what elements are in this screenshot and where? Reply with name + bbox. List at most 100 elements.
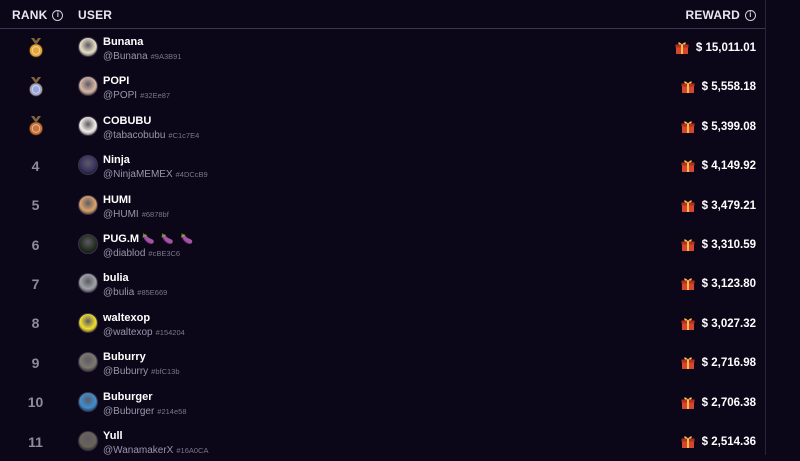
reward-value: $ 2,514.36 <box>701 436 756 448</box>
user-handle-text: @diablod <box>103 248 146 259</box>
user-handle: @WanamakerX #16A0CA <box>103 445 208 456</box>
user-handle-text: @bulia <box>103 287 135 299</box>
user-handle: @tabacobubu #C1c7E4 <box>103 130 199 141</box>
user-name[interactable]: Buburry <box>103 351 146 363</box>
avatar[interactable] <box>78 352 98 373</box>
user-id: #4DCcB9 <box>175 170 208 180</box>
avatar[interactable] <box>78 76 98 97</box>
reward-amount: $ 5,558.18 <box>681 80 756 94</box>
user-handle: @HUMI #6878bf <box>103 209 169 220</box>
user-name-text: Bunana <box>103 36 144 48</box>
user-handle: @bulia #85E669 <box>103 287 167 298</box>
user-name-text: Buburry <box>103 351 146 364</box>
user-name[interactable]: COBUBU <box>103 115 151 127</box>
user-name-text: COBUBU <box>103 114 152 127</box>
rank-column-header[interactable]: RANK i <box>12 8 64 22</box>
reward-column-header[interactable]: REWARD i <box>685 8 756 22</box>
user-handle: @diablod #cBE3C6 <box>103 248 180 259</box>
leaderboard-row[interactable]: 9 Buburry @Buburry #bfC13b $ 2,716.98 <box>0 343 765 382</box>
user-id: #85E669 <box>137 288 168 298</box>
user-id: #bfC13b <box>151 367 180 377</box>
gift-icon <box>681 435 695 449</box>
reward-amount: $ 5,399.08 <box>681 120 756 134</box>
leaderboard-panel: RANK i USER REWARD i Bunana @Bunana #9A3B9… <box>0 0 765 456</box>
user-name[interactable]: waltexop <box>103 312 150 324</box>
user-name-text: HUMI <box>103 193 132 206</box>
reward-amount: $ 2,706.38 <box>681 396 756 410</box>
user-handle-text: @POPI <box>103 90 138 102</box>
reward-amount: $ 3,123.80 <box>681 277 756 291</box>
divider <box>765 0 766 455</box>
user-id: #16A0CA <box>176 446 209 455</box>
user-handle-text: @Bunana <box>103 51 148 62</box>
reward-value: $ 5,399.08 <box>701 120 756 133</box>
leaderboard-header: RANK i USER REWARD i <box>0 0 765 29</box>
avatar[interactable] <box>78 391 98 412</box>
avatar[interactable] <box>78 273 98 294</box>
reward-value: $ 2,706.38 <box>701 396 756 409</box>
rank-number: 9 <box>31 354 40 371</box>
leaderboard-row[interactable]: COBUBU @tabacobubu #C1c7E4 $ 5,399.08 <box>0 107 765 146</box>
reward-amount: $ 3,479.21 <box>681 199 756 213</box>
rank-number: 11 <box>28 433 43 450</box>
user-name[interactable]: POPI <box>103 75 129 87</box>
rank-number: 8 <box>31 315 40 332</box>
user-column-header: USER <box>78 8 113 22</box>
user-name-text: PUG.M <box>103 233 140 245</box>
rank-info-icon[interactable]: i <box>52 9 64 21</box>
gift-icon <box>681 356 695 370</box>
user-id: #9A3B91 <box>150 52 182 61</box>
user-handle: @Buburry #bfC13b <box>103 366 180 377</box>
leaderboard-row[interactable]: 8 waltexop @waltexop #154204 $ 3,027.32 <box>0 304 765 343</box>
user-name-text: waltexop <box>103 311 151 324</box>
avatar[interactable] <box>78 115 98 136</box>
avatar[interactable] <box>78 37 98 57</box>
leaderboard-row[interactable]: 4 Ninja @NinjaMEMEX #4DCcB9 $ 4,149.92 <box>0 146 765 185</box>
avatar[interactable] <box>78 431 98 451</box>
avatar[interactable] <box>78 194 98 215</box>
gold-medal-icon <box>0 28 71 67</box>
leaderboard-row[interactable]: 7 bulia @bulia #85E669 $ 3,123.80 <box>0 264 765 303</box>
user-name[interactable]: Yull <box>103 430 123 442</box>
avatar[interactable] <box>78 312 98 333</box>
user-handle: @waltexop #154204 <box>103 327 185 338</box>
reward-amount: $ 3,027.32 <box>681 317 756 331</box>
avatar[interactable] <box>78 155 98 176</box>
gift-icon <box>681 317 695 331</box>
gift-icon <box>681 120 695 134</box>
leaderboard-row[interactable]: 5 HUMI @HUMI #6878bf $ 3,479.21 <box>0 186 765 225</box>
gift-icon <box>681 396 695 410</box>
user-name[interactable]: bulia <box>103 272 129 284</box>
user-id: #C1c7E4 <box>168 130 200 140</box>
reward-value: $ 3,027.32 <box>701 317 756 330</box>
user-name[interactable]: PUG.M 🍆 🍆 🍆 <box>103 233 195 245</box>
user-handle: @Buburger #214e58 <box>103 406 187 417</box>
user-name-text: POPI <box>103 75 130 88</box>
leaderboard-row[interactable]: 6 PUG.M 🍆 🍆 🍆 @diablod #cBE3C6 $ 3,310.59 <box>0 225 765 264</box>
reward-amount: $ 2,514.36 <box>681 435 756 449</box>
gift-icon <box>681 80 695 94</box>
leaderboard-row[interactable]: Bunana @Bunana #9A3B91 $ 15,011.01 <box>0 28 765 67</box>
user-handle-text: @Buburry <box>103 366 149 378</box>
leaderboard-row[interactable]: 11 Yull @WanamakerX #16A0CA $ 2,514.36 <box>0 422 765 461</box>
reward-header-label: REWARD <box>685 8 740 22</box>
user-name[interactable]: HUMI <box>103 194 131 206</box>
gift-icon <box>681 238 695 252</box>
reward-info-icon[interactable]: i <box>745 9 756 21</box>
user-name[interactable]: Ninja <box>103 154 130 166</box>
user-handle-text: @HUMI <box>103 208 139 220</box>
rank-number: 4 <box>31 157 40 174</box>
leaderboard-row[interactable]: POPI @POPI #32Ee87 $ 5,558.18 <box>0 67 765 106</box>
leaderboard-row[interactable]: 10 Buburger @Buburger #214e58 $ 2,706.38 <box>0 383 765 422</box>
avatar[interactable] <box>78 234 98 254</box>
user-name-text: Buburger <box>103 390 153 403</box>
user-id: #154204 <box>155 327 185 337</box>
user-handle-text: @waltexop <box>103 326 153 338</box>
reward-value: $ 4,149.92 <box>701 160 756 173</box>
user-name[interactable]: Buburger <box>103 391 153 403</box>
gift-icon <box>681 277 695 291</box>
user-name[interactable]: Bunana <box>103 36 143 48</box>
reward-amount: $ 4,149.92 <box>681 159 756 173</box>
rank-number: 5 <box>31 197 40 214</box>
user-id: #6878bf <box>141 209 169 219</box>
